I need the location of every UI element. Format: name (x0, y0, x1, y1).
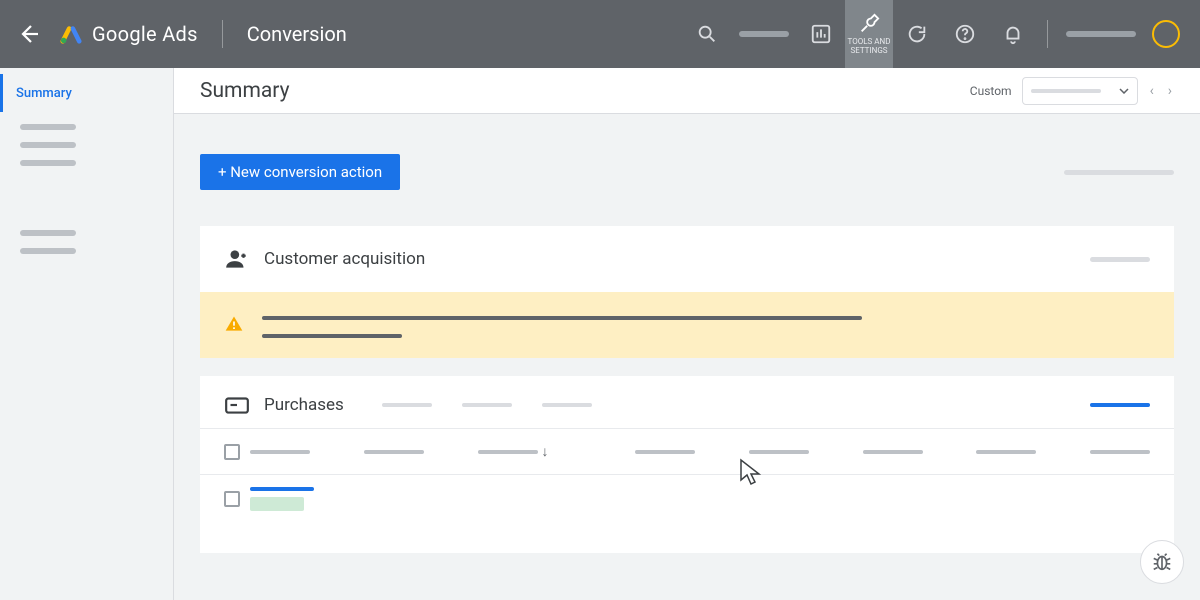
sort-down-icon: ↓ (542, 443, 549, 460)
warning-text-placeholder (262, 316, 862, 320)
back-arrow-icon[interactable] (16, 22, 40, 46)
search-icon[interactable] (683, 0, 731, 68)
column-header[interactable] (250, 450, 354, 454)
divider (1047, 20, 1048, 48)
warning-text-placeholder (262, 334, 402, 338)
tools-settings-icon[interactable]: TOOLS AND SETTINGS (845, 0, 893, 68)
column-header[interactable] (364, 450, 468, 454)
new-conversion-action-button[interactable]: + New conversion action (200, 154, 400, 190)
card-icon (224, 392, 250, 418)
google-ads-logo-icon (60, 23, 82, 45)
brand-logo[interactable]: Google Ads (60, 22, 198, 46)
table-header-row: ↓ (200, 428, 1174, 474)
main-header: Summary Custom ‹ › (174, 68, 1200, 114)
placeholder-line (542, 403, 592, 407)
tools-label: TOOLS AND SETTINGS (845, 37, 893, 55)
help-icon[interactable] (941, 0, 989, 68)
placeholder-line (1066, 31, 1136, 37)
placeholder-line (1064, 170, 1174, 175)
select-all-checkbox[interactable] (224, 444, 240, 460)
reports-icon[interactable] (797, 0, 845, 68)
link-placeholder[interactable] (1090, 403, 1150, 407)
person-add-icon (224, 246, 250, 272)
purchases-card: Purchases ↓ (200, 376, 1174, 553)
date-range-label: Custom (970, 84, 1012, 98)
date-range-dropdown[interactable] (1022, 77, 1138, 105)
column-header[interactable] (591, 450, 695, 454)
feedback-button[interactable] (1140, 540, 1184, 584)
chevron-down-icon (1119, 88, 1129, 94)
button-label: + New conversion action (218, 163, 382, 181)
brand-text: Google Ads (92, 22, 198, 46)
topbar: Google Ads Conversion TOOLS AND SETTINGS (0, 0, 1200, 68)
status-badge (250, 497, 304, 511)
customer-acquisition-card: Customer acquisition (200, 226, 1174, 358)
refresh-icon[interactable] (893, 0, 941, 68)
sidebar-item-placeholder[interactable] (20, 230, 76, 236)
prev-period-button[interactable]: ‹ (1148, 83, 1156, 99)
placeholder-line (382, 403, 432, 407)
content-area: + New conversion action Customer acquisi… (174, 114, 1200, 600)
sidebar-item-summary[interactable]: Summary (0, 74, 173, 112)
section-title: Conversion (247, 22, 347, 46)
main-content: Summary Custom ‹ › + New conversion acti… (174, 68, 1200, 600)
table-row[interactable] (200, 474, 1174, 523)
account-avatar[interactable] (1152, 20, 1180, 48)
card-title: Purchases (264, 395, 344, 415)
row-checkbox[interactable] (224, 491, 240, 507)
placeholder-line (1090, 257, 1150, 262)
notifications-icon[interactable] (989, 0, 1037, 68)
divider (222, 20, 223, 48)
column-header[interactable] (933, 450, 1037, 454)
next-period-button[interactable]: › (1166, 83, 1174, 99)
placeholder-line (462, 403, 512, 407)
column-header-sorted[interactable]: ↓ (478, 443, 582, 460)
sidebar-item-label: Summary (16, 86, 72, 101)
column-header[interactable] (819, 450, 923, 454)
sidebar: Summary (0, 68, 174, 600)
warning-banner (200, 292, 1174, 358)
column-header[interactable] (705, 450, 809, 454)
page-title: Summary (200, 79, 290, 103)
placeholder-line (739, 31, 789, 37)
card-title: Customer acquisition (264, 249, 425, 269)
table-cell (250, 487, 354, 511)
sidebar-item-placeholder[interactable] (20, 124, 76, 130)
warning-icon (224, 314, 244, 334)
sidebar-item-placeholder[interactable] (20, 248, 76, 254)
sidebar-item-placeholder[interactable] (20, 160, 76, 166)
link-placeholder[interactable] (250, 487, 314, 491)
topbar-actions: TOOLS AND SETTINGS (683, 0, 1184, 68)
column-header[interactable] (1046, 450, 1150, 454)
bug-icon (1151, 551, 1173, 573)
sidebar-item-placeholder[interactable] (20, 142, 76, 148)
